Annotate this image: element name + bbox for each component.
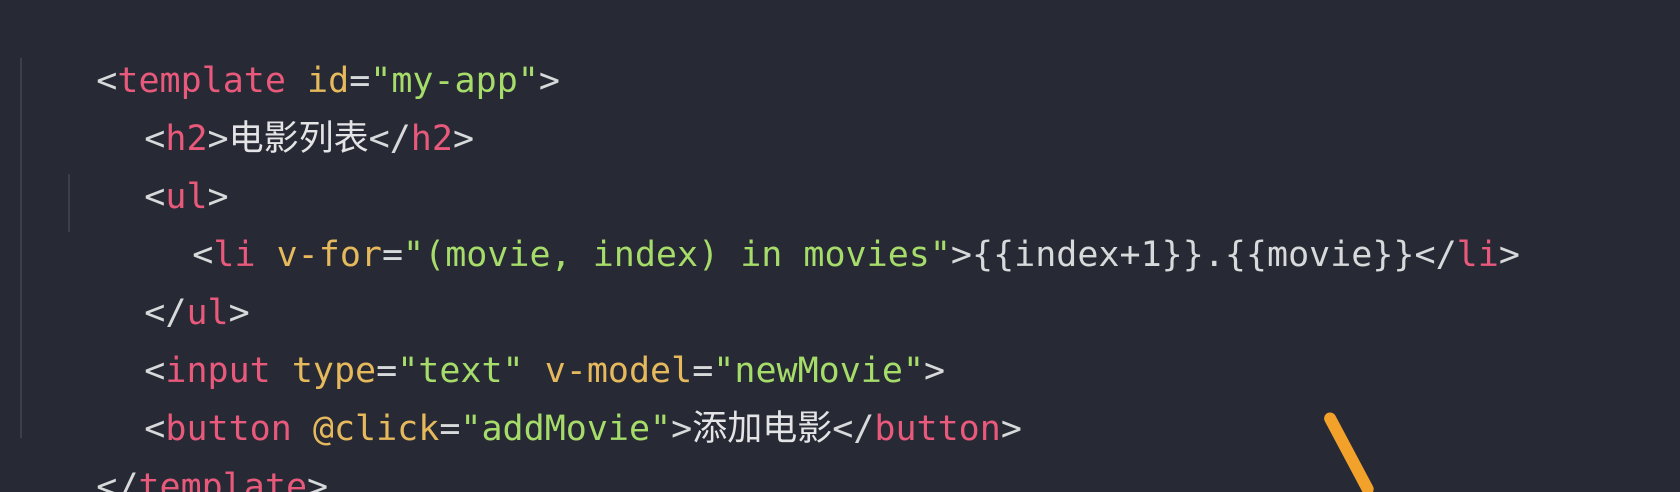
tag-close-bracket: >: [538, 61, 560, 101]
h2-end-open-bracket: </: [368, 119, 411, 159]
code-line-6: <input type="text" v-model="newMovie">: [12, 296, 945, 391]
equals-sign: =: [439, 409, 461, 449]
button-end-close-bracket: >: [1000, 409, 1022, 449]
code-line-7: <button @click="addMovie">添加电影</button>: [12, 354, 1022, 449]
code-line-2: <h2>电影列表</h2>: [12, 64, 474, 159]
button-end-open-bracket: </: [832, 409, 875, 449]
code-editor[interactable]: <template id="my-app"> <h2>电影列表</h2> <ul…: [0, 0, 1680, 492]
button-close-bracket: >: [671, 409, 693, 449]
template-end-open-bracket: </: [96, 467, 139, 492]
li-end-close-bracket: >: [1498, 235, 1520, 275]
click-attribute: @click: [312, 409, 440, 449]
code-line-4: <li v-for="(movie, index) in movies">{{i…: [12, 180, 1520, 275]
li-end-tag-name: li: [1456, 235, 1499, 275]
li-end-open-bracket: </: [1414, 235, 1457, 275]
click-handler-value: "addMovie": [460, 409, 672, 449]
button-text: 添加电影: [692, 409, 833, 449]
template-end-tag-name: template: [138, 467, 308, 492]
code-line-8: </template>: [12, 412, 328, 492]
heading-text: 电影列表: [228, 119, 369, 159]
v-for-value: "(movie, index) in movies": [403, 235, 951, 275]
list-item-template: {{index+1}}.{{movie}}: [972, 235, 1415, 275]
template-end-close-bracket: >: [307, 467, 329, 492]
li-close-bracket: >: [950, 235, 972, 275]
h2-end-close-bracket: >: [452, 119, 475, 159]
button-end-tag-name: button: [874, 409, 1001, 449]
equals-sign: =: [381, 235, 404, 275]
code-line-3: <ul>: [12, 122, 228, 217]
code-line-1: <template id="my-app">: [12, 6, 560, 101]
code-line-5: </ul>: [12, 238, 249, 333]
v-for-attribute: v-for: [276, 235, 382, 275]
annotation-pointer-icon: [1322, 410, 1376, 492]
h2-end-tag-name: h2: [410, 119, 453, 159]
